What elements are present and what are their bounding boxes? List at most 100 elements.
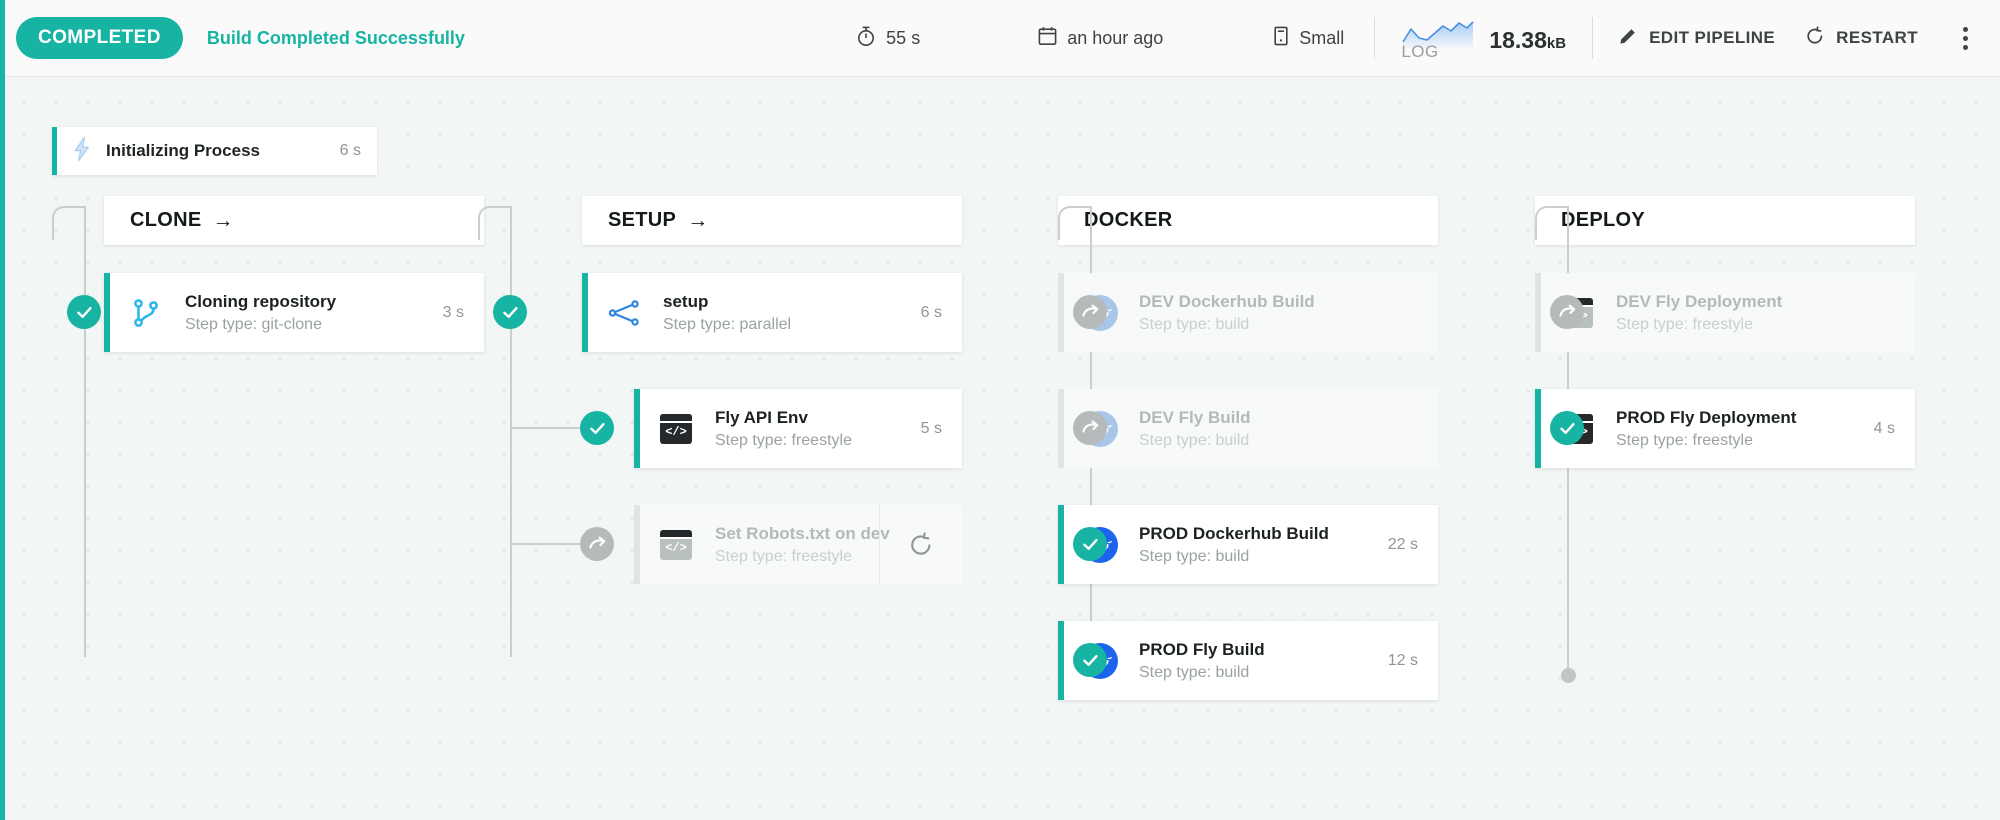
status-skipped-icon [580, 527, 614, 561]
status-message: Build Completed Successfully [206, 27, 465, 48]
arrow-right-icon: → [687, 208, 709, 232]
step-text: Cloning repository Step type: git-clone [185, 292, 336, 334]
step-text: setup Step type: parallel [663, 292, 791, 334]
step-duration: 12 s [1387, 651, 1418, 669]
step-subtitle: Step type: build [1139, 663, 1250, 681]
step-subtitle: Step type: parallel [663, 315, 792, 333]
page-accent-bar [0, 0, 5, 820]
spine-corner [478, 206, 512, 240]
step-subtitle: Step type: freestyle [715, 547, 852, 565]
step-duration: 3 s [442, 303, 464, 321]
step-card[interactable]: </> PROD Fly Deployment Step type: frees… [1535, 389, 1915, 468]
status-success-icon [67, 295, 101, 329]
spine-corner [1058, 206, 1092, 240]
step-card[interactable]: setup Step type: parallel 6 s [582, 273, 962, 352]
freestyle-code-icon: </> [658, 527, 694, 563]
stage-spine [84, 206, 86, 657]
stage-title: DEPLOY [1561, 209, 1646, 231]
stage-title: DOCKER [1084, 209, 1173, 231]
branch-connector [511, 543, 580, 545]
step-title: PROD Fly Build [1139, 639, 1265, 659]
step-card[interactable]: </> Set Robots.txt on dev Step type: fre… [634, 505, 962, 584]
status-success-icon [493, 295, 527, 329]
step-text: DEV Fly Deployment Step type: freestyle [1616, 292, 1782, 334]
freestyle-code-icon: </> [658, 411, 694, 447]
step-subtitle: Step type: freestyle [1616, 431, 1753, 449]
step-title: Set Robots.txt on dev [715, 523, 890, 543]
machine-size-value: Small [1299, 27, 1345, 48]
stage-header-setup[interactable]: SETUP → [582, 196, 962, 245]
step-card[interactable]: PROD Dockerhub Build Step type: build 22… [1058, 505, 1438, 584]
initializing-process-node[interactable]: Initializing Process 6 s [52, 127, 377, 175]
arrow-right-icon: → [212, 208, 234, 232]
step-title: DEV Dockerhub Build [1139, 291, 1315, 311]
step-title: setup [663, 291, 709, 311]
log-sparkline-icon: LOG [1401, 18, 1475, 61]
step-text: PROD Dockerhub Build Step type: build [1139, 524, 1329, 566]
spine-corner [52, 206, 86, 240]
stage-setup: SETUP → [582, 196, 962, 245]
stopwatch-icon [856, 25, 876, 52]
initializing-process-duration: 6 s [339, 142, 361, 159]
log-size-widget[interactable]: LOG 18.38kB [1401, 18, 1566, 61]
step-card[interactable]: PROD Fly Build Step type: build 12 s [1058, 621, 1438, 700]
stage-header-deploy[interactable]: DEPLOY [1535, 196, 1915, 245]
restart-icon [1805, 25, 1825, 51]
spine-end-dot [1561, 668, 1576, 683]
more-vertical-icon[interactable] [1948, 21, 1982, 55]
toolbar-divider-1 [1374, 17, 1376, 59]
step-title: DEV Fly Build [1139, 407, 1251, 427]
step-title: PROD Fly Deployment [1616, 407, 1797, 427]
parallel-share-icon [606, 295, 642, 331]
initializing-process-label: Initializing Process [106, 141, 260, 160]
step-subtitle: Step type: freestyle [1616, 315, 1753, 333]
stage-header-clone[interactable]: CLONE → [104, 196, 484, 245]
step-card[interactable]: </> DEV Fly Deployment Step type: freest… [1535, 273, 1915, 352]
server-icon [1273, 26, 1289, 51]
step-text: PROD Fly Build Step type: build [1139, 640, 1265, 682]
status-success-icon [1550, 411, 1584, 445]
step-subtitle: Step type: build [1139, 431, 1250, 449]
edit-pipeline-button[interactable]: EDIT PIPELINE [1619, 26, 1775, 50]
step-duration: 5 s [920, 419, 942, 437]
step-card[interactable]: </> Fly API Env Step type: freestyle 5 s [634, 389, 962, 468]
step-duration: 4 s [1873, 419, 1895, 437]
step-subtitle: Step type: freestyle [715, 431, 852, 449]
edit-pipeline-label: EDIT PIPELINE [1649, 28, 1776, 47]
branch-connector [511, 427, 580, 429]
build-duration-value: 55 s [886, 27, 921, 48]
kebab-dot [1962, 26, 1968, 32]
step-text: DEV Fly Build Step type: build [1139, 408, 1250, 450]
pipeline-canvas: Initializing Process 6 s CLONE → Cloning… [0, 77, 2000, 820]
build-duration: 55 s [856, 25, 920, 52]
step-card[interactable]: Cloning repository Step type: git-clone … [104, 273, 484, 352]
build-timestamp: an hour ago [1038, 26, 1163, 51]
machine-size: Small [1273, 26, 1344, 51]
status-success-icon [1073, 527, 1107, 561]
stage-header-docker[interactable]: DOCKER [1058, 196, 1438, 245]
lightning-bolt-icon [71, 136, 93, 167]
stage-spine [510, 206, 512, 657]
log-size-unit: kB [1546, 35, 1567, 52]
step-subtitle: Step type: build [1139, 547, 1250, 565]
restart-button[interactable]: RESTART [1805, 25, 1918, 51]
status-success-icon [1073, 643, 1107, 677]
step-card[interactable]: DEV Fly Build Step type: build [1058, 389, 1438, 468]
step-title: Fly API Env [715, 407, 808, 427]
step-restart-button[interactable] [878, 505, 942, 584]
stage-title: SETUP [608, 209, 677, 231]
kebab-dot [1962, 35, 1968, 41]
restart-label: RESTART [1836, 28, 1918, 47]
stage-docker: DOCKER [1058, 196, 1438, 245]
stage-title: CLONE [130, 209, 202, 231]
step-duration: 6 s [920, 303, 942, 321]
log-size-value: 18.38kB [1489, 27, 1566, 58]
step-text: PROD Fly Deployment Step type: freestyle [1616, 408, 1796, 450]
step-title: PROD Dockerhub Build [1139, 523, 1329, 543]
step-card[interactable]: DEV Dockerhub Build Step type: build [1058, 273, 1438, 352]
kebab-dot [1962, 44, 1968, 50]
toolbar-divider-2 [1592, 17, 1594, 59]
step-subtitle: Step type: git-clone [185, 315, 322, 333]
step-subtitle: Step type: build [1139, 315, 1250, 333]
stage-deploy: DEPLOY [1535, 196, 1915, 245]
